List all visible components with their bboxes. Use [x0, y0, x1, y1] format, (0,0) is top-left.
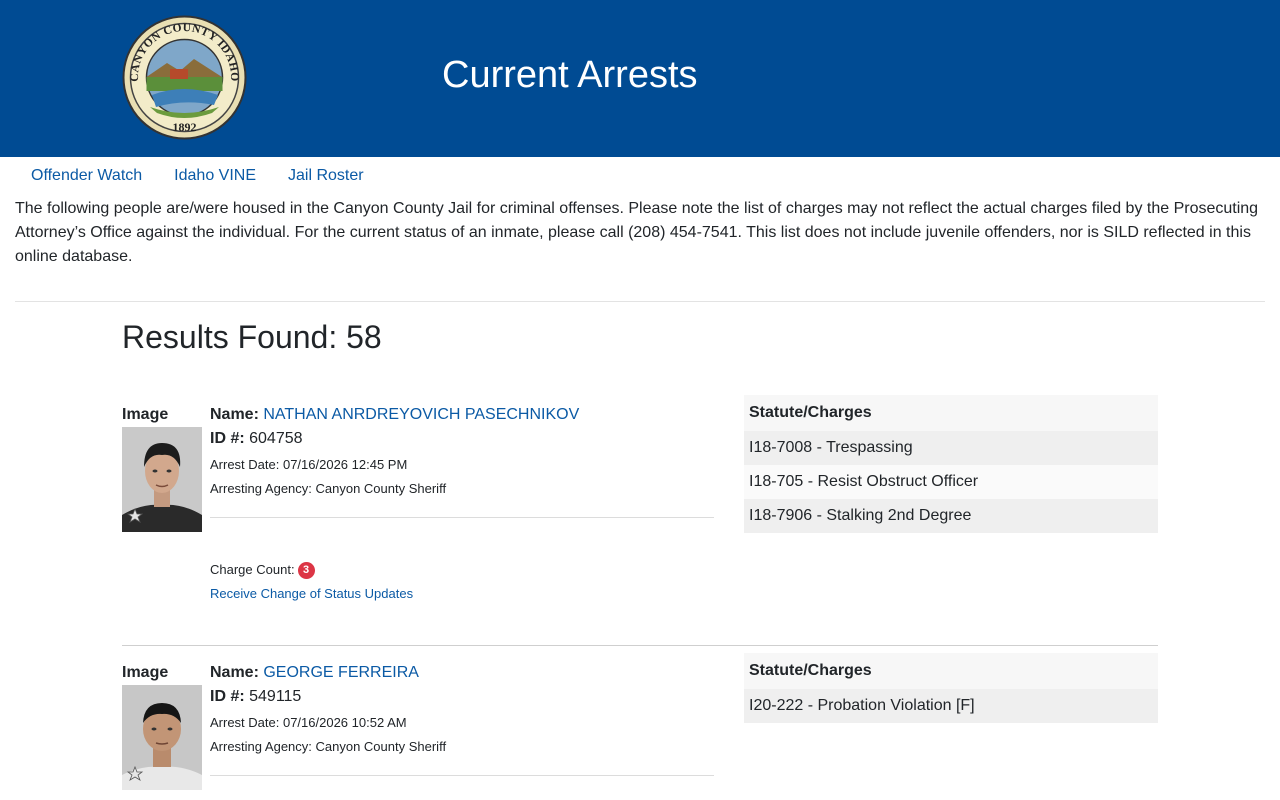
inmate-name-link[interactable]: GEORGE FERREIRA: [263, 664, 419, 681]
divider: [210, 517, 714, 518]
charges-header: Statute/Charges: [744, 395, 1158, 431]
charge-row: I18-7008 - Trespassing: [744, 431, 1158, 465]
inmate-name-link[interactable]: NATHAN ANRDREYOVICH PASECHNIKOV: [263, 406, 579, 423]
image-label: Image: [122, 406, 169, 423]
arrest-date: Arrest Date: 07/16/2026 10:52 AM: [210, 715, 407, 730]
nav-link-offender-watch[interactable]: Offender Watch: [31, 166, 142, 188]
charge-count-label: Charge Count:: [210, 562, 295, 577]
divider: [210, 775, 714, 776]
image-label: Image: [122, 664, 169, 681]
arresting-agency: Arresting Agency: Canyon County Sheriff: [210, 739, 447, 754]
page-header: CANYON COUNTY IDAHO 1892 Current Arrests: [0, 0, 1280, 157]
charge-row: I18-705 - Resist Obstruct Officer: [744, 465, 1158, 499]
divider: [15, 301, 1265, 302]
charges-header: Statute/Charges: [744, 653, 1158, 689]
mugshot-photo[interactable]: [122, 427, 202, 532]
nav-link-jail-roster[interactable]: Jail Roster: [288, 166, 364, 188]
charge-row: I18-7906 - Stalking 2nd Degree: [744, 499, 1158, 533]
results-count: Results Found: 58: [122, 319, 382, 355]
name-label: Name:: [210, 664, 259, 681]
name-row: Name: NATHAN ANRDREYOVICH PASECHNIKOV: [210, 405, 714, 425]
id-row: ID #: 549115: [210, 687, 714, 707]
arrest-record: Image Name: NATHAN ANRDREYOVICH PASECHNI…: [122, 395, 1158, 625]
charges-table: Statute/Charges I20-222 - Probation Viol…: [744, 653, 1158, 723]
intro-text: The following people are/were housed in …: [15, 200, 1259, 265]
arrest-date: Arrest Date: 07/16/2026 12:45 PM: [210, 457, 408, 472]
charge-count-badge: 3: [297, 561, 315, 579]
charge-count-row: Charge Count: 3: [210, 561, 714, 579]
arresting-agency: Arresting Agency: Canyon County Sheriff: [210, 481, 447, 496]
arrest-record: Image Name: GEORGE FERREIRA ID #: 549115…: [122, 653, 1158, 800]
seal-year: 1892: [173, 120, 197, 134]
record-info: Name: NATHAN ANRDREYOVICH PASECHNIKOV ID…: [210, 405, 714, 602]
record-divider: [122, 645, 1158, 646]
record-info: Name: GEORGE FERREIRA ID #: 549115 Arres…: [210, 663, 714, 776]
charges-table: Statute/Charges I18-7008 - Trespassing I…: [744, 395, 1158, 533]
inmate-id: 604758: [249, 430, 303, 447]
mugshot-photo[interactable]: [122, 685, 202, 790]
page-title: Current Arrests: [442, 54, 698, 96]
inmate-id: 549115: [249, 688, 302, 705]
nav-link-idaho-vine[interactable]: Idaho VINE: [174, 166, 256, 188]
name-row: Name: GEORGE FERREIRA: [210, 663, 714, 683]
id-row: ID #: 604758: [210, 429, 714, 449]
top-nav: Offender Watch Idaho VINE Jail Roster: [31, 166, 396, 188]
charge-row: I20-222 - Probation Violation [F]: [744, 689, 1158, 723]
county-seal-logo[interactable]: CANYON COUNTY IDAHO 1892: [122, 15, 247, 140]
id-label: ID #:: [210, 430, 245, 447]
id-label: ID #:: [210, 688, 245, 705]
status-updates-link[interactable]: Receive Change of Status Updates: [210, 586, 714, 602]
name-label: Name:: [210, 406, 259, 423]
